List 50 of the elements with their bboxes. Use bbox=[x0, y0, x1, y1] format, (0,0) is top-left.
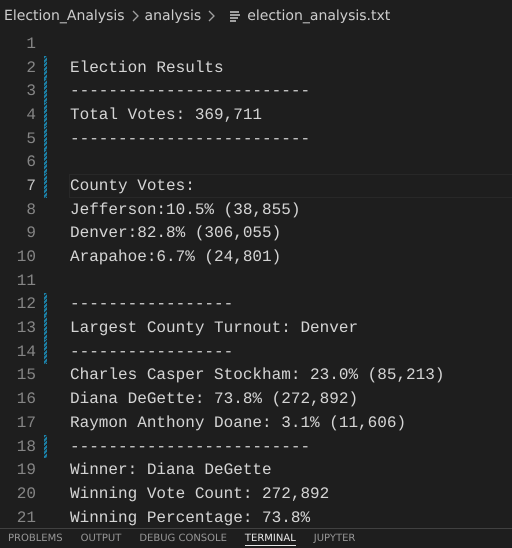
line-number: 16 bbox=[16, 390, 36, 408]
code-line: County Votes: bbox=[70, 176, 195, 195]
line-number: 15 bbox=[16, 366, 36, 384]
code-line: ------------------------- bbox=[70, 130, 310, 148]
code-line: Winner: Diana DeGette bbox=[70, 461, 272, 480]
line-number: 3 bbox=[25, 82, 36, 100]
chevron-icon bbox=[130, 10, 139, 22]
line-number: 12 bbox=[16, 295, 36, 314]
breadcrumb-item[interactable]: Election_Analysis bbox=[4, 8, 125, 24]
line-number: 18 bbox=[16, 438, 36, 456]
line-number: 21 bbox=[16, 508, 36, 527]
line-number: 19 bbox=[16, 461, 36, 480]
line-number: 11 bbox=[16, 272, 36, 290]
line-number: 7 bbox=[25, 176, 36, 195]
code-line: Jefferson:10.5% (38,855) bbox=[70, 200, 300, 219]
code-line: Largest County Turnout: Denver bbox=[70, 319, 358, 338]
code-line: Total Votes: 369,711 bbox=[70, 106, 262, 124]
code-line: Arapahoe:6.7% (24,801) bbox=[70, 248, 282, 266]
line-number: 9 bbox=[25, 224, 36, 242]
code-line: Winning Vote Count: 272,892 bbox=[70, 484, 330, 503]
panel-tab[interactable]: OUTPUT bbox=[80, 532, 122, 546]
chevron-icon bbox=[207, 10, 216, 22]
code-line: Diana DeGette: 73.8% (272,892) bbox=[70, 390, 358, 408]
panel-tab[interactable]: DEBUG CONSOLE bbox=[139, 532, 227, 546]
line-number: 13 bbox=[16, 319, 36, 338]
line-number: 2 bbox=[25, 58, 36, 77]
panel-tab[interactable]: JUPYTER bbox=[314, 532, 356, 546]
line-number: 14 bbox=[16, 342, 36, 361]
line-number: 1 bbox=[25, 34, 36, 53]
line-number: 17 bbox=[16, 414, 36, 432]
code-line: Raymon Anthony Doane: 3.1% (11,606) bbox=[70, 414, 406, 432]
line-number: 10 bbox=[16, 248, 36, 266]
code-line: ----------------- bbox=[70, 342, 234, 361]
code-line: Winning Percentage: 73.8% bbox=[70, 508, 310, 527]
line-number: 4 bbox=[25, 106, 36, 124]
line-number: 8 bbox=[25, 200, 36, 219]
code-line: ----------------- bbox=[70, 295, 234, 314]
code-line: Election Results bbox=[70, 58, 224, 77]
breadcrumb-item[interactable]: election_analysis.txt bbox=[247, 8, 390, 24]
panel-tab[interactable]: TERMINAL bbox=[244, 532, 296, 546]
code-line: ------------------------- bbox=[70, 82, 310, 100]
breadcrumb-item[interactable]: analysis bbox=[144, 8, 202, 24]
code-line: ------------------------- bbox=[70, 438, 310, 456]
code-line: Charles Casper Stockham: 23.0% (85,213) bbox=[70, 366, 444, 384]
panel-tab[interactable]: PROBLEMS bbox=[8, 532, 63, 546]
line-number: 5 bbox=[25, 130, 36, 148]
line-number: 6 bbox=[25, 153, 36, 172]
text-file-icon bbox=[229, 10, 242, 22]
code-line: Denver:82.8% (306,055) bbox=[70, 224, 282, 242]
line-number: 20 bbox=[16, 484, 36, 503]
